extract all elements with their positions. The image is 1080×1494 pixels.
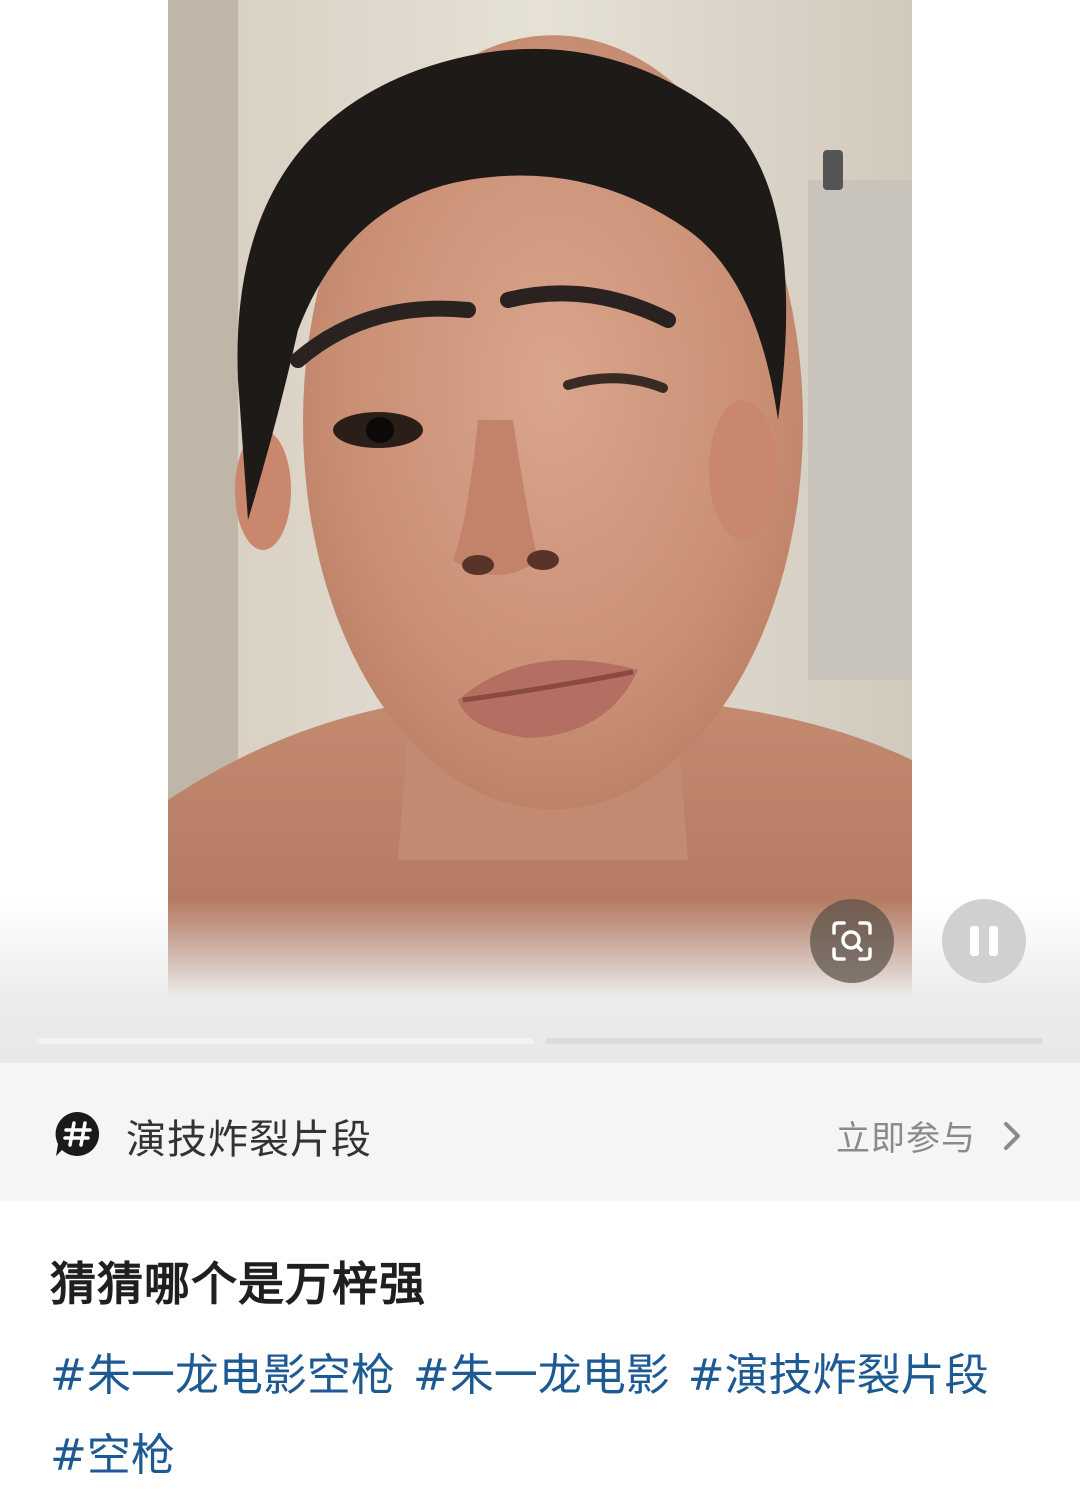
- pause-button[interactable]: [942, 899, 1026, 983]
- join-label: 立即参与: [836, 1119, 976, 1159]
- hashtag-bubble-icon: [55, 1111, 100, 1156]
- hashtag-link[interactable]: #演技炸裂片段: [688, 1350, 989, 1401]
- join-topic-link[interactable]: 立即参与: [836, 1111, 1022, 1160]
- hashtag-link[interactable]: #空枪: [50, 1430, 175, 1481]
- progress-segment-1[interactable]: [36, 1038, 534, 1044]
- pause-icon: [970, 926, 998, 956]
- progress-segment-2[interactable]: [545, 1038, 1043, 1044]
- hashtag-link[interactable]: #朱一龙电影: [413, 1350, 670, 1401]
- hashtag-list: #朱一龙电影空枪 #朱一龙电影 #演技炸裂片段 #空枪: [50, 1336, 1050, 1494]
- hashtag-link[interactable]: #朱一龙电影空枪: [50, 1350, 395, 1401]
- topic-bar[interactable]: 演技炸裂片段 立即参与: [0, 1063, 1080, 1201]
- lens-search-button[interactable]: [810, 899, 894, 983]
- video-player[interactable]: [0, 0, 1080, 1063]
- progress-fill-1: [36, 1038, 534, 1044]
- post-title: 猜猜哪个是万梓强: [50, 1257, 426, 1311]
- chevron-right-icon: [1004, 1121, 1020, 1150]
- lens-search-icon: [832, 921, 872, 961]
- topic-title: 演技炸裂片段: [126, 1117, 372, 1163]
